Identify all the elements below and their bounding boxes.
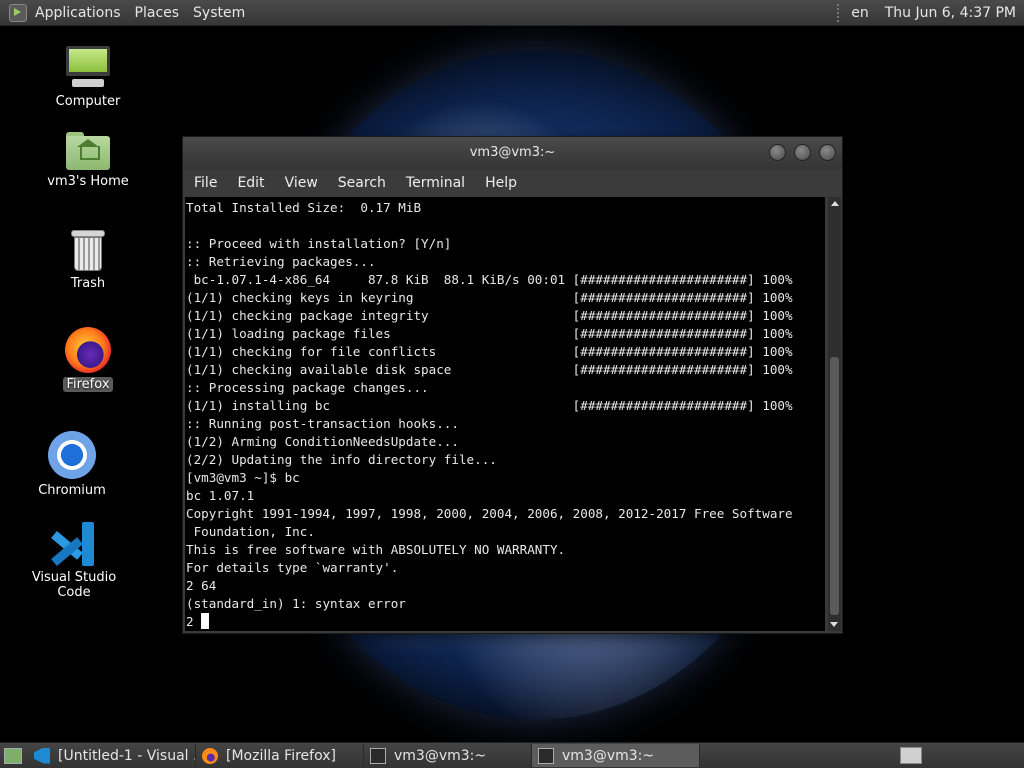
keyboard-layout-indicator[interactable]: en — [851, 5, 869, 21]
terminal-output-area[interactable]: Total Installed Size: 0.17 MiB :: Procee… — [185, 197, 825, 631]
clock[interactable]: Thu Jun 6, 4:37 PM — [885, 5, 1016, 21]
menu-system[interactable]: System — [193, 5, 245, 21]
close-button[interactable] — [819, 144, 836, 161]
desktop-icon-trash[interactable]: Trash — [48, 230, 128, 291]
terminal-icon — [538, 747, 554, 764]
desktop-icon-label: Visual Studio Code — [31, 570, 117, 600]
chromium-icon — [48, 431, 96, 479]
taskbar-item-label: [Untitled-1 - Visual ... — [58, 747, 196, 764]
taskbar-item-label: [Mozilla Firefox] — [226, 747, 336, 764]
menu-applications[interactable]: Applications — [35, 5, 121, 21]
terminal-text: Total Installed Size: 0.17 MiB :: Procee… — [185, 197, 825, 631]
desktop-icon-computer[interactable]: Computer — [48, 46, 128, 109]
window-titlebar[interactable]: vm3@vm3:~ — [183, 137, 842, 169]
desktop-icon-vscode[interactable]: Visual Studio Code — [14, 522, 134, 600]
terminal-window[interactable]: vm3@vm3:~ File Edit View Search Terminal… — [182, 136, 843, 634]
menu-search[interactable]: Search — [338, 175, 386, 191]
trash-icon — [71, 230, 105, 272]
terminal-scrollbar[interactable] — [828, 197, 841, 631]
terminal-input: 2 — [186, 614, 202, 629]
scroll-down-icon[interactable] — [830, 622, 838, 627]
workspace-switcher[interactable] — [900, 747, 922, 764]
menu-terminal[interactable]: Terminal — [406, 175, 465, 191]
taskbar-item-terminal-2[interactable]: vm3@vm3:~ — [532, 744, 700, 767]
desktop-icon-firefox[interactable]: Firefox — [48, 327, 128, 392]
terminal-icon — [370, 747, 386, 764]
desktop-icon-label: Trash — [70, 276, 106, 291]
desktop-icon-label: Firefox — [63, 377, 113, 392]
scrollbar-thumb[interactable] — [830, 357, 839, 615]
menu-view[interactable]: View — [285, 175, 318, 191]
taskbar-item-firefox[interactable]: [Mozilla Firefox] — [196, 744, 364, 767]
window-title: vm3@vm3:~ — [469, 145, 556, 160]
panel-separator — [837, 3, 840, 22]
taskbar-item-terminal-1[interactable]: vm3@vm3:~ — [364, 744, 532, 767]
home-folder-icon — [66, 130, 110, 170]
terminal-menubar: File Edit View Search Terminal Help — [183, 169, 842, 196]
show-desktop-icon[interactable] — [4, 747, 22, 764]
firefox-icon — [202, 747, 218, 764]
menu-help[interactable]: Help — [485, 175, 517, 191]
text-cursor — [201, 613, 210, 629]
firefox-icon — [65, 327, 111, 373]
top-panel: Applications Places System en Thu Jun 6,… — [0, 0, 1024, 26]
maximize-button[interactable] — [794, 144, 811, 161]
taskbar-item-label: vm3@vm3:~ — [562, 747, 655, 764]
desktop-icon-label: Chromium — [38, 483, 106, 498]
vscode-icon — [51, 522, 96, 566]
scroll-up-icon[interactable] — [830, 201, 839, 206]
vscode-icon — [34, 747, 50, 764]
desktop-icon-chromium[interactable]: Chromium — [32, 431, 112, 498]
desktop-icon-label: Computer — [55, 94, 121, 109]
taskbar-item-label: vm3@vm3:~ — [394, 747, 487, 764]
computer-icon — [64, 46, 112, 90]
desktop-icon-home[interactable]: vm3's Home — [43, 130, 133, 189]
minimize-button[interactable] — [769, 144, 786, 161]
menu-file[interactable]: File — [194, 175, 217, 191]
desktop-icon-label: vm3's Home — [47, 174, 129, 189]
bottom-panel: [Untitled-1 - Visual ... [Mozilla Firefo… — [0, 742, 1024, 768]
applications-logo-icon[interactable] — [9, 3, 27, 22]
terminal-output: Total Installed Size: 0.17 MiB :: Procee… — [186, 200, 793, 611]
menu-edit[interactable]: Edit — [237, 175, 264, 191]
taskbar-item-vscode[interactable]: [Untitled-1 - Visual ... — [28, 744, 196, 767]
menu-places[interactable]: Places — [135, 5, 180, 21]
